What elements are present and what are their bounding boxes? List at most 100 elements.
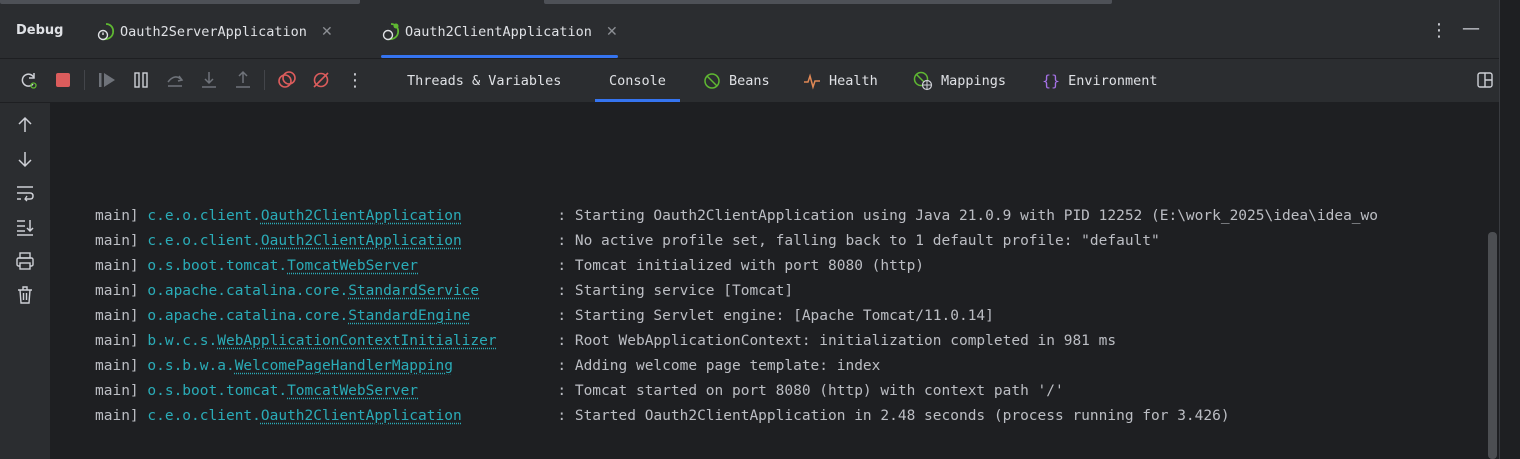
debug-toolbar: ⋮ Threads & Variables Console Beans Heal… [0, 59, 1500, 103]
step-into-icon[interactable] [198, 69, 220, 91]
thread-name: main] [95, 308, 139, 324]
tab-oauth2-client-application[interactable]: Oauth2ClientApplication ✕ [381, 6, 618, 58]
environment-icon: {} [1042, 71, 1061, 90]
logger-package: c.e.o.client. [147, 208, 261, 224]
console-line: main] o.apache.catalina.core.StandardSer… [95, 279, 1378, 304]
log-message: : Starting Oauth2ClientApplication using… [557, 208, 1378, 224]
tool-window-title: Debug [16, 23, 64, 38]
tab-label: Mappings [941, 72, 1007, 89]
thread-name: main] [95, 383, 139, 399]
debug-tool-window-header: Debug Oauth2ServerApplication ✕ Oauth2Cl… [0, 6, 1500, 59]
console-log-lines: main] c.e.o.client.Oauth2ClientApplicati… [95, 204, 1378, 429]
console-line: main] b.w.c.s.WebApplicationContextIniti… [95, 329, 1378, 354]
logger-package: o.apache.catalina.core. [147, 308, 349, 324]
console-line: main] o.s.b.w.a.WelcomePageHandlerMappin… [95, 354, 1378, 379]
logger-name: c.e.o.client.Oauth2ClientApplication [147, 204, 557, 229]
tab-environment[interactable]: {} Environment [1042, 59, 1157, 102]
logger-class-link[interactable]: Oauth2ClientApplication [261, 233, 462, 249]
logger-name: b.w.c.s.WebApplicationContextInitializer [147, 329, 557, 354]
health-icon [803, 72, 821, 90]
console-line: main] c.e.o.client.Oauth2ClientApplicati… [95, 229, 1378, 254]
logger-package: c.e.o.client. [147, 233, 261, 249]
thread-name: main] [95, 358, 139, 374]
close-icon[interactable]: ✕ [606, 24, 618, 40]
scroll-down-icon[interactable] [14, 148, 36, 170]
rerun-icon[interactable] [18, 69, 40, 91]
close-icon[interactable]: ✕ [321, 24, 333, 40]
logger-class-link[interactable]: StandardService [348, 283, 479, 299]
step-over-icon[interactable] [164, 69, 186, 91]
log-message: : Root WebApplicationContext: initializa… [557, 333, 1117, 349]
resume-icon[interactable] [96, 69, 118, 91]
logger-class-link[interactable]: TomcatWebServer [287, 258, 418, 274]
tab-oauth2-server-application[interactable]: Oauth2ServerApplication ✕ [96, 6, 333, 58]
thread-name: main] [95, 233, 139, 249]
console-scrollbar[interactable] [1488, 232, 1497, 459]
logger-class-link[interactable]: Oauth2ClientApplication [261, 408, 462, 424]
tab-label: Beans [729, 72, 770, 89]
tab-beans[interactable]: Beans [703, 59, 770, 102]
spring-boot-run-icon [96, 22, 116, 42]
layout-icon[interactable] [1474, 69, 1496, 91]
console-line: main] c.e.o.client.Oauth2ClientApplicati… [95, 204, 1378, 229]
logger-package: b.w.c.s. [147, 333, 218, 349]
minimize-icon[interactable]: — [1462, 18, 1480, 39]
tab-console[interactable]: Console [595, 59, 680, 102]
thread-name: main] [95, 333, 139, 349]
logger-class-link[interactable]: TomcatWebServer [287, 383, 418, 399]
tab-label: Health [829, 72, 878, 89]
logger-name: o.s.b.w.a.WelcomePageHandlerMapping [147, 354, 557, 379]
logger-package: o.apache.catalina.core. [147, 283, 349, 299]
log-message: : Tomcat initialized with port 8080 (htt… [557, 258, 925, 274]
tab-label: Oauth2ServerApplication [120, 24, 307, 40]
tab-threads-variables[interactable]: Threads & Variables [407, 59, 561, 102]
console-line: main] o.s.boot.tomcat.TomcatWebServer: T… [95, 254, 1378, 279]
scroll-up-icon[interactable] [14, 114, 36, 136]
log-message: : No active profile set, falling back to… [557, 233, 1160, 249]
tab-label: Environment [1068, 72, 1158, 89]
step-out-icon[interactable] [232, 69, 254, 91]
logger-package: o.s.boot.tomcat. [147, 258, 288, 274]
thread-name: main] [95, 408, 139, 424]
more-vertical-icon[interactable]: ⋮ [344, 69, 366, 91]
logger-package: c.e.o.client. [147, 408, 261, 424]
logger-class-link[interactable]: WelcomePageHandlerMapping [235, 358, 453, 374]
log-message: : Starting service [Tomcat] [557, 283, 794, 299]
logger-name: o.apache.catalina.core.StandardService [147, 279, 557, 304]
log-message: : Started Oauth2ClientApplication in 2.4… [557, 408, 1230, 424]
mute-breakpoints-icon[interactable] [310, 69, 332, 91]
console-line: main] o.s.boot.tomcat.TomcatWebServer : T… [95, 379, 1378, 404]
pause-icon[interactable] [130, 69, 152, 91]
tab-mappings[interactable]: Mappings [913, 59, 1006, 102]
console-output[interactable]: main] c.e.o.client.Oauth2ClientApplicati… [51, 103, 1500, 459]
tab-health[interactable]: Health [803, 59, 878, 102]
clear-all-icon[interactable] [14, 284, 36, 306]
logger-name: o.s.boot.tomcat.TomcatWebServer [147, 254, 557, 279]
print-icon[interactable] [14, 250, 36, 272]
logger-name: c.e.o.client.Oauth2ClientApplication [147, 229, 557, 254]
mappings-icon [913, 71, 933, 91]
logger-package: o.s.b.w.a. [147, 358, 235, 374]
stop-icon[interactable] [52, 69, 74, 91]
console-line: main] c.e.o.client.Oauth2ClientApplicati… [95, 404, 1378, 429]
tab-label: Console [609, 72, 666, 89]
logger-class-link[interactable]: StandardEngine [348, 308, 470, 324]
scroll-to-end-icon[interactable] [14, 216, 36, 238]
right-gutter [1499, 0, 1520, 459]
beans-icon [703, 72, 721, 90]
thread-name: main] [95, 258, 139, 274]
view-breakpoints-icon[interactable] [276, 69, 298, 91]
more-vertical-icon[interactable]: ⋮ [1430, 20, 1448, 41]
logger-class-link[interactable]: WebApplicationContextInitializer [217, 333, 496, 349]
tab-label: Oauth2ClientApplication [405, 24, 592, 40]
tab-label: Threads & Variables [407, 72, 562, 89]
log-message: : Tomcat started on port 8080 (http) wit… [557, 383, 1064, 399]
spring-boot-run-icon [381, 22, 401, 42]
logger-class-link[interactable]: Oauth2ClientApplication [261, 208, 462, 224]
logger-package: o.s.boot.tomcat. [147, 383, 288, 399]
soft-wrap-icon[interactable] [14, 182, 36, 204]
log-message: : Starting Servlet engine: [Apache Tomca… [557, 308, 994, 324]
thread-name: main] [95, 208, 139, 224]
logger-name: c.e.o.client.Oauth2ClientApplication [147, 404, 557, 429]
thread-name: main] [95, 283, 139, 299]
